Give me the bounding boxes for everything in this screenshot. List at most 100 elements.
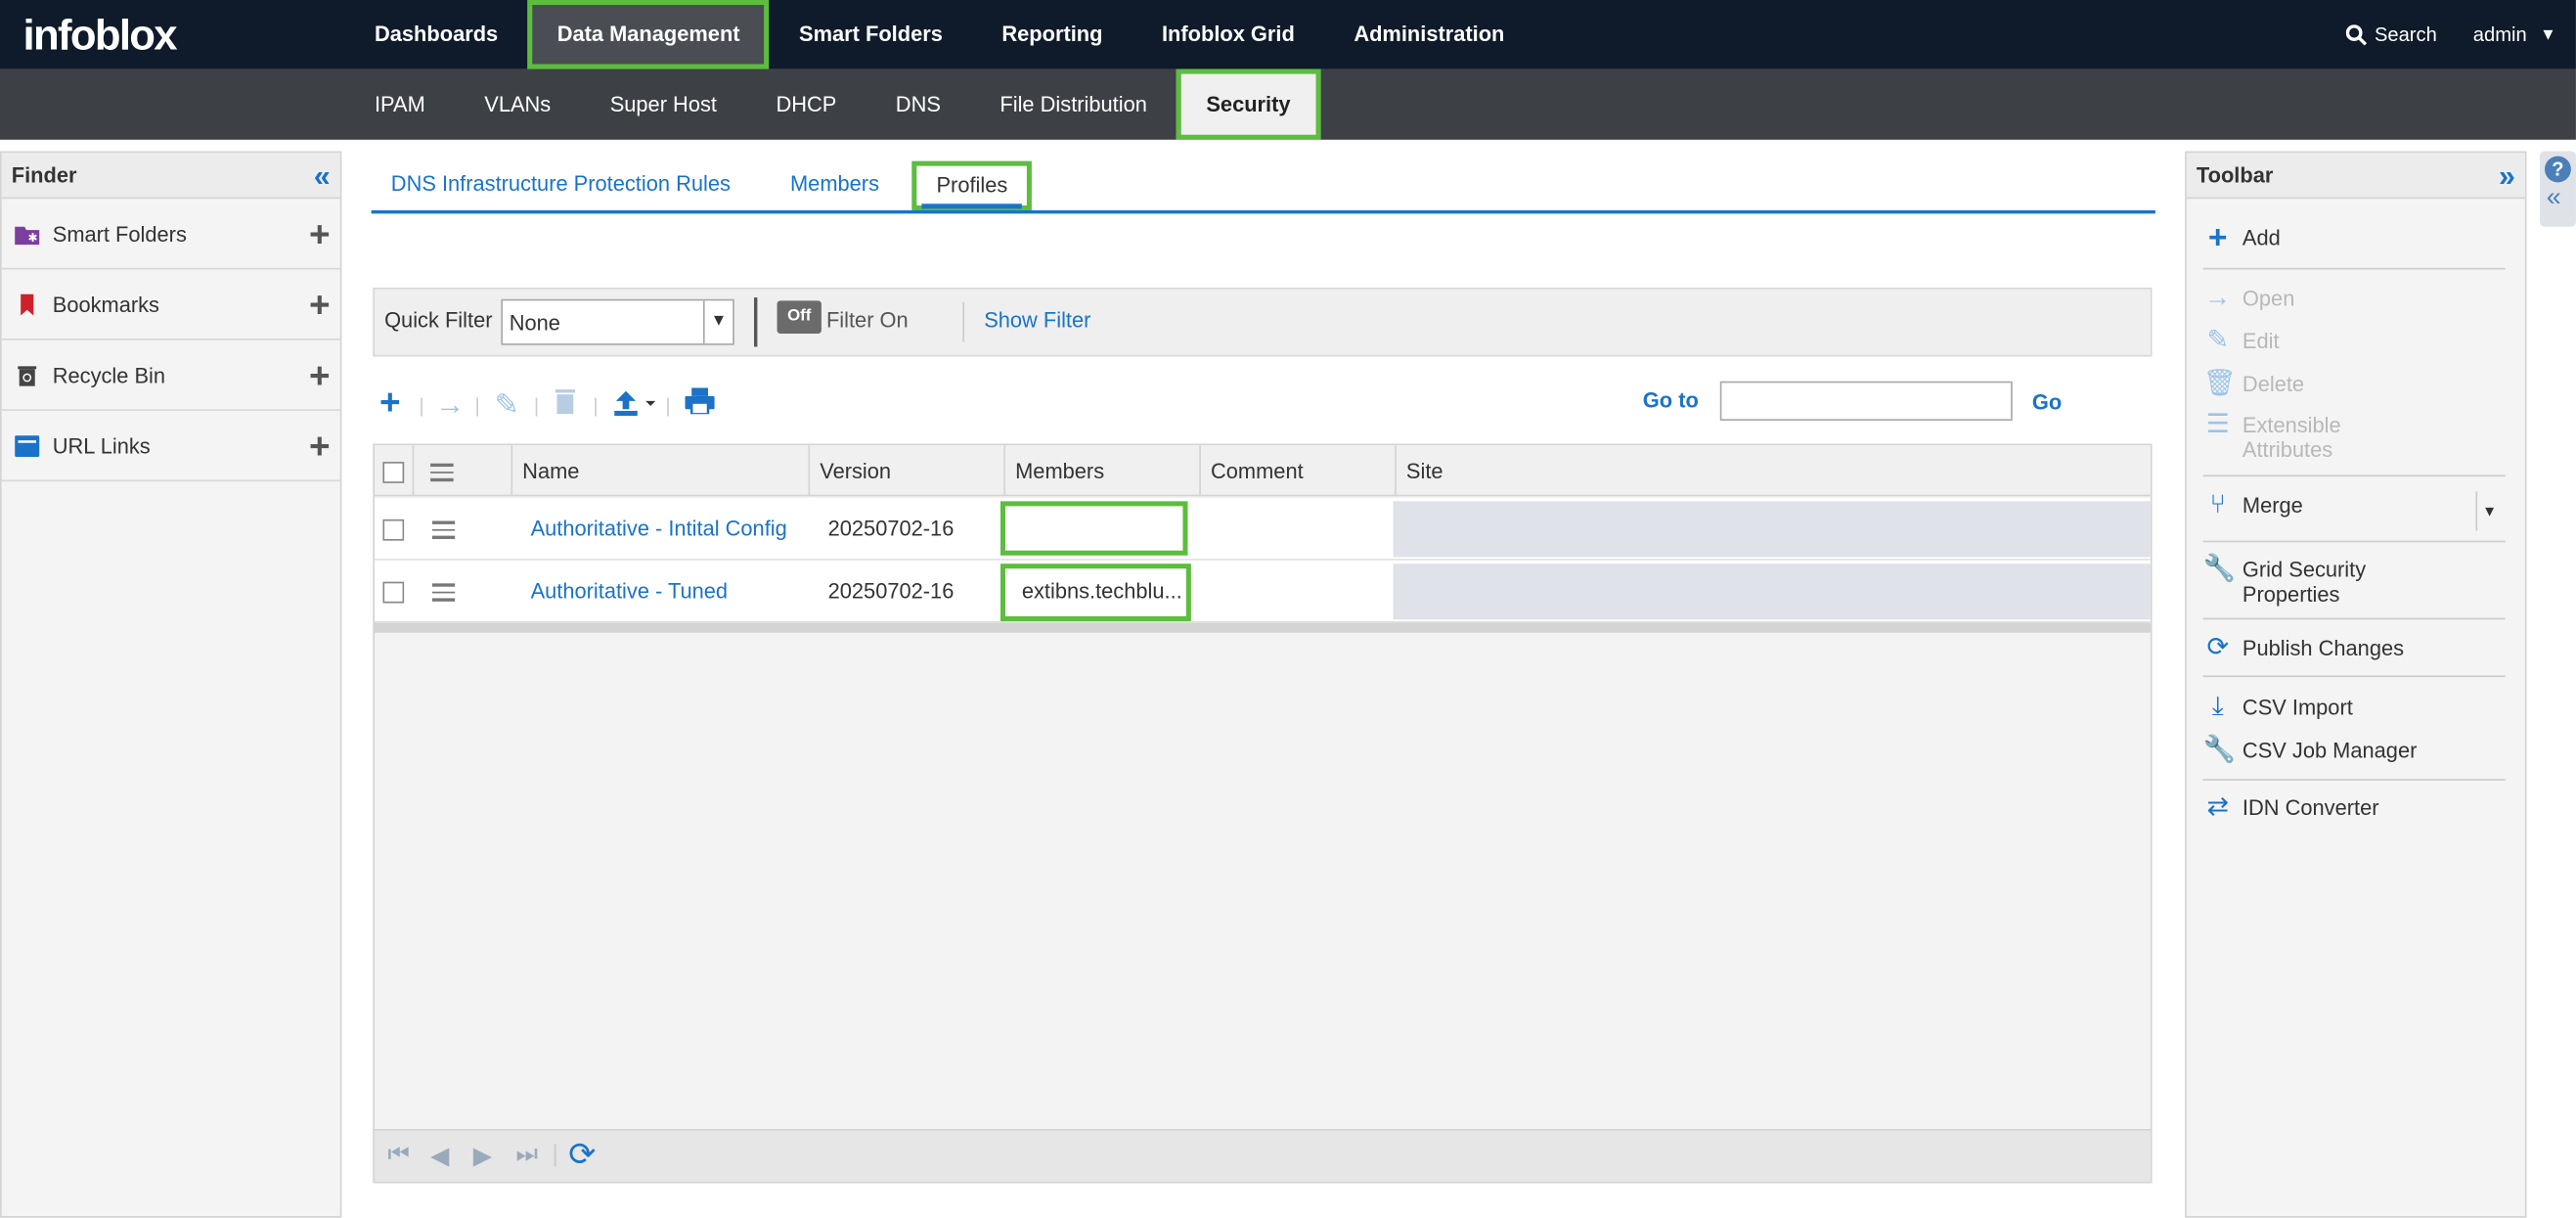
add-bookmark-icon[interactable]: +: [309, 269, 331, 339]
toolbar-idn-converter-button[interactable]: ⇄ IDN Converter: [2203, 794, 2378, 822]
table-row[interactable]: Authoritative - Tuned 20250702-16 extibn…: [374, 560, 2151, 623]
row-menu-icon[interactable]: [431, 517, 456, 544]
filter-toggle[interactable]: Off: [777, 300, 822, 334]
infoblox-logo[interactable]: infoblox: [23, 10, 178, 61]
refresh-icon: ⟳: [2206, 634, 2229, 662]
tab-dns-infrastructure-protection-rules[interactable]: DNS Infrastructure Protection Rules: [391, 161, 731, 210]
refresh-icon[interactable]: ⟳: [568, 1134, 596, 1175]
first-page-icon[interactable]: ⏮: [387, 1141, 410, 1169]
url-links-icon: [15, 434, 40, 457]
nav-smart-folders[interactable]: Smart Folders: [770, 0, 972, 69]
column-header-comment[interactable]: Comment: [1201, 445, 1397, 497]
open-icon: →: [2204, 284, 2232, 313]
nav-data-management[interactable]: Data Management: [527, 0, 770, 69]
print-icon[interactable]: [685, 387, 715, 422]
toolbar-csv-import-label: CSV Import: [2242, 695, 2353, 720]
column-menu-cell: [414, 445, 513, 497]
collapse-left-icon[interactable]: «: [2547, 184, 2561, 213]
add-url-link-icon[interactable]: +: [309, 411, 331, 481]
finder-item-recycle-bin[interactable]: Recycle Bin +: [1, 340, 340, 411]
merge-dropdown-icon[interactable]: ▼: [2482, 503, 2497, 519]
select-all-checkbox[interactable]: [382, 462, 405, 483]
quick-filter-select[interactable]: None ▼: [501, 298, 734, 345]
divider: [2202, 779, 2506, 781]
show-filter-link[interactable]: Show Filter: [984, 307, 1090, 332]
open-icon[interactable]: →: [435, 387, 465, 422]
security-tabs: DNS Infrastructure Protection Rules Memb…: [371, 160, 2155, 214]
row-menu-icon[interactable]: [431, 579, 456, 607]
grid-pagination: ⏮ ◀ ▶ ⏭ | ⟳: [374, 1129, 2151, 1182]
profile-name-link[interactable]: Authoritative - Tuned: [531, 561, 729, 623]
subnav-super-host[interactable]: Super Host: [580, 69, 746, 140]
add-smart-folder-icon[interactable]: +: [309, 199, 331, 269]
global-search-button[interactable]: Search: [2346, 23, 2437, 46]
row-menu-cell: [431, 561, 456, 623]
row-checkbox[interactable]: [382, 581, 405, 604]
profiles-grid: Name Version Members Comment Site Author…: [373, 443, 2153, 1184]
chevron-down-icon[interactable]: ▼: [2540, 25, 2556, 43]
subnav-security[interactable]: Security: [1177, 68, 1320, 140]
user-menu[interactable]: admin: [2473, 23, 2527, 47]
svg-text:✱: ✱: [28, 231, 38, 244]
toolbar-extensible-attributes-button[interactable]: ☰ Extensible Attributes: [2203, 412, 2466, 462]
chevron-down-icon[interactable]: ▼: [702, 300, 733, 344]
previous-page-icon[interactable]: ◀: [430, 1141, 449, 1170]
toolbar-add-button[interactable]: + Add: [2203, 222, 2281, 255]
tab-members[interactable]: Members: [790, 161, 879, 210]
column-header-members[interactable]: Members: [1005, 445, 1201, 497]
next-page-icon[interactable]: ▶: [473, 1141, 492, 1170]
sub-nav: IPAM VLANs Super Host DHCP DNS File Dist…: [345, 68, 1320, 140]
profile-version: 20250702-16: [827, 578, 955, 604]
row-select-cell: [382, 498, 405, 561]
toolbar-merge-button[interactable]: ⑂ Merge: [2203, 492, 2303, 519]
edit-icon: ✎: [2206, 327, 2229, 355]
toolbar-csv-job-manager-button[interactable]: 🔧 CSV Job Manager: [2203, 737, 2418, 764]
toolbar-delete-button[interactable]: 🗑 Delete: [2203, 371, 2304, 398]
finder-item-url-links[interactable]: URL Links +: [1, 411, 340, 482]
finder-header: Finder «: [1, 153, 340, 200]
tab-profiles[interactable]: Profiles: [911, 160, 1033, 211]
nav-reporting[interactable]: Reporting: [972, 0, 1133, 69]
edit-icon[interactable]: ✎: [495, 387, 519, 422]
horizontal-scrollbar[interactable]: [374, 622, 2151, 633]
help-icon[interactable]: ?: [2545, 156, 2571, 183]
column-header-version[interactable]: Version: [810, 445, 1006, 497]
add-icon[interactable]: +: [379, 382, 401, 425]
nav-administration[interactable]: Administration: [1324, 0, 1534, 69]
delete-icon[interactable]: [554, 387, 577, 422]
row-checkbox[interactable]: [382, 519, 405, 541]
help-strip: ? «: [2539, 151, 2576, 227]
members-highlight: [999, 501, 1188, 556]
finder-item-smart-folders[interactable]: ✱ Smart Folders +: [1, 199, 340, 270]
toolbar-edit-button[interactable]: ✎ Edit: [2203, 327, 2279, 355]
column-header-name[interactable]: Name: [512, 445, 811, 497]
nav-infoblox-grid[interactable]: Infoblox Grid: [1133, 0, 1324, 69]
subnav-dns[interactable]: DNS: [866, 69, 971, 140]
add-recycle-icon[interactable]: +: [309, 340, 331, 411]
divider: [2475, 491, 2478, 531]
table-row[interactable]: Authoritative - Intital Config 20250702-…: [374, 497, 2151, 561]
toolbar-grid-security-label: Grid Security Properties: [2242, 557, 2367, 607]
toolbar-csv-import-button[interactable]: ⤓ CSV Import: [2203, 695, 2353, 722]
column-menu-icon[interactable]: [430, 459, 454, 486]
recycle-bin-icon: [18, 365, 37, 385]
goto-input[interactable]: [1719, 381, 2013, 422]
last-page-icon[interactable]: ⏭: [515, 1141, 538, 1169]
column-header-site[interactable]: Site: [1397, 445, 2151, 496]
toolbar-publish-changes-button[interactable]: ⟳ Publish Changes: [2203, 634, 2404, 662]
separator: |: [474, 394, 480, 418]
subnav-dhcp[interactable]: DHCP: [746, 69, 866, 140]
collapse-right-icon[interactable]: »: [2499, 153, 2515, 199]
finder-item-bookmarks[interactable]: Bookmarks +: [1, 269, 340, 340]
subnav-vlans[interactable]: VLANs: [455, 69, 580, 140]
goto-label: Go to: [1642, 387, 1699, 413]
profile-name-link[interactable]: Authoritative - Intital Config: [531, 498, 787, 561]
go-button[interactable]: Go: [2032, 389, 2062, 414]
export-icon[interactable]: [613, 387, 656, 426]
subnav-ipam[interactable]: IPAM: [345, 69, 455, 140]
collapse-left-icon[interactable]: «: [314, 153, 331, 199]
toolbar-open-button[interactable]: → Open: [2203, 284, 2294, 313]
toolbar-grid-security-button[interactable]: 🔧 Grid Security Properties: [2203, 557, 2466, 607]
subnav-file-distribution[interactable]: File Distribution: [970, 69, 1177, 140]
nav-dashboards[interactable]: Dashboards: [345, 0, 528, 69]
